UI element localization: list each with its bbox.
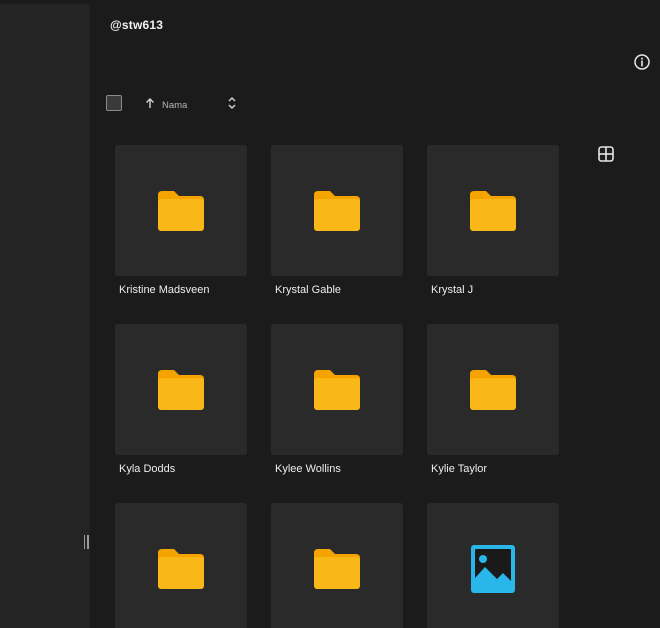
tile-thumbnail: [115, 503, 247, 628]
sort-label: Nama: [162, 99, 188, 111]
sidebar-resize-handle[interactable]: [82, 535, 90, 551]
folder-tile[interactable]: Krystal Gable: [271, 145, 403, 296]
folder-tile[interactable]: Kylie Taylor: [427, 324, 559, 475]
arrow-up-icon: [145, 96, 155, 114]
folder-icon: [470, 369, 516, 410]
tile-label: Kristine Madsveen: [119, 284, 210, 296]
folder-tile[interactable]: [115, 503, 247, 628]
folder-icon: [314, 369, 360, 410]
tile-thumbnail: [427, 324, 559, 455]
file-browser-window: @stw613 Nama Kristine Madsveen Krystal G…: [0, 0, 660, 628]
folder-icon: [158, 548, 204, 589]
folder-tile[interactable]: Krystal J: [427, 145, 559, 296]
info-icon[interactable]: [633, 53, 651, 71]
tile-thumbnail: [427, 503, 559, 628]
folder-tile[interactable]: Kyla Dodds: [115, 324, 247, 475]
tile-label: Krystal J: [431, 284, 474, 296]
sort-by-name-button[interactable]: Nama: [145, 96, 187, 114]
sidebar-top-strip: [0, 0, 90, 4]
folder-icon: [158, 190, 204, 231]
sort-order-toggle-icon[interactable]: [226, 96, 238, 110]
tile-thumbnail: [115, 145, 247, 276]
tile-label: Kylie Taylor: [431, 463, 488, 475]
folder-icon: [314, 190, 360, 231]
tile-thumbnail: [271, 324, 403, 455]
select-all-checkbox[interactable]: [106, 95, 122, 111]
folder-tile[interactable]: Kylee Wollins: [271, 324, 403, 475]
tile-label: Kyla Dodds: [119, 463, 176, 475]
tile-thumbnail: [271, 145, 403, 276]
folder-tile[interactable]: [271, 503, 403, 628]
folder-icon: [158, 369, 204, 410]
folder-tile[interactable]: Kristine Madsveen: [115, 145, 247, 296]
tile-label: Kylee Wollins: [275, 463, 341, 475]
tile-thumbnail: [115, 324, 247, 455]
image-tile[interactable]: [427, 503, 559, 628]
grid-view-icon[interactable]: [597, 145, 615, 163]
page-title: @stw613: [110, 18, 164, 32]
folder-icon: [470, 190, 516, 231]
folder-icon: [314, 548, 360, 589]
image-icon: [471, 544, 515, 593]
main-content: @stw613 Nama Kristine Madsveen Krystal G…: [90, 0, 660, 628]
tile-label: Krystal Gable: [275, 284, 342, 296]
sidebar: [0, 0, 90, 628]
tile-thumbnail: [271, 503, 403, 628]
tile-thumbnail: [427, 145, 559, 276]
